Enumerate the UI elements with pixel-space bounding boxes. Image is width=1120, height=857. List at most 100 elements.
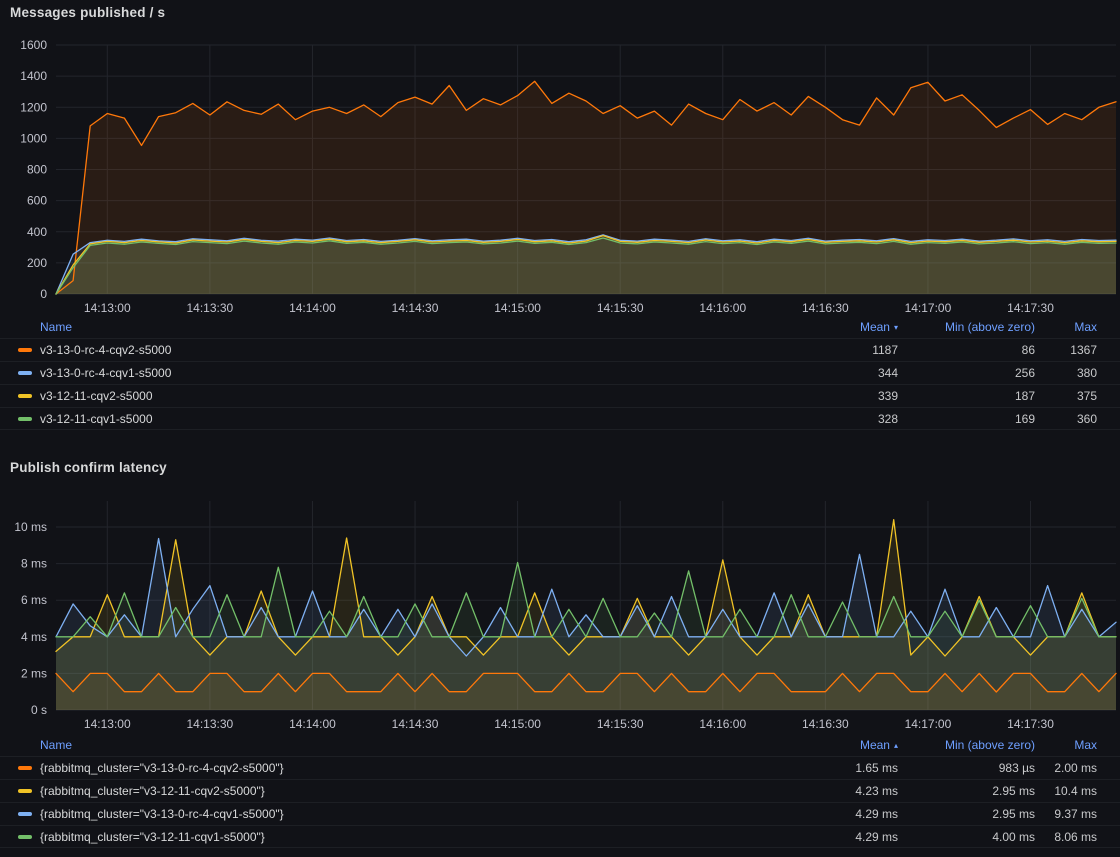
series-mean-value: 1187	[778, 343, 898, 357]
legend-row[interactable]: v3-12-11-cqv1-s5000 328 169 360	[0, 407, 1120, 430]
series-max-value: 375	[1035, 389, 1097, 403]
x-axis-tick-label: 14:16:00	[699, 301, 746, 315]
y-axis-tick-label: 4 ms	[21, 630, 47, 644]
x-axis-tick-label: 14:14:30	[392, 301, 439, 315]
y-axis-tick-label: 200	[27, 256, 47, 270]
series-name[interactable]: v3-12-11-cqv2-s5000	[40, 389, 778, 403]
x-axis-tick-label: 14:17:00	[905, 301, 952, 315]
y-axis-tick-label: 2 ms	[21, 666, 47, 680]
series-name[interactable]: v3-13-0-rc-4-cqv1-s5000	[40, 366, 778, 380]
series-color-swatch	[18, 348, 32, 352]
series-max-value: 360	[1035, 412, 1097, 426]
column-header-max[interactable]: Max	[1035, 738, 1097, 752]
x-axis-tick-label: 14:13:30	[187, 301, 234, 315]
column-header-min[interactable]: Min (above zero)	[898, 738, 1035, 752]
column-header-mean[interactable]: Mean▾	[778, 320, 898, 334]
x-axis-tick-label: 14:17:30	[1007, 717, 1054, 731]
y-axis-tick-label: 6 ms	[21, 593, 47, 607]
column-header-name[interactable]: Name	[40, 320, 778, 334]
x-axis-tick-label: 14:15:30	[597, 301, 644, 315]
legend-row[interactable]: v3-12-11-cqv2-s5000 339 187 375	[0, 384, 1120, 407]
x-axis-tick-label: 14:16:30	[802, 717, 849, 731]
legend-header-row: Name Mean▾ Min (above zero) Max	[0, 316, 1120, 338]
legend-row[interactable]: {rabbitmq_cluster="v3-12-11-cqv1-s5000"}…	[0, 825, 1120, 848]
column-header-mean[interactable]: Mean▴	[778, 738, 898, 752]
legend-table-messages-published: Name Mean▾ Min (above zero) Max v3-13-0-…	[0, 316, 1120, 430]
series-mean-value: 4.29 ms	[778, 830, 898, 844]
x-axis-tick-label: 14:13:00	[84, 301, 131, 315]
series-mean-value: 339	[778, 389, 898, 403]
series-color-swatch	[18, 371, 32, 375]
y-axis-tick-label: 1200	[20, 100, 47, 114]
legend-row[interactable]: v3-13-0-rc-4-cqv1-s5000 344 256 380	[0, 361, 1120, 384]
x-axis-tick-label: 14:14:00	[289, 301, 336, 315]
x-axis-tick-label: 14:14:30	[392, 717, 439, 731]
x-axis-tick-label: 14:13:00	[84, 717, 131, 731]
panel-title-publish-confirm-latency[interactable]: Publish confirm latency	[10, 460, 167, 475]
legend-row[interactable]: {rabbitmq_cluster="v3-13-0-rc-4-cqv2-s50…	[0, 756, 1120, 779]
series-name[interactable]: v3-12-11-cqv1-s5000	[40, 412, 778, 426]
series-max-value: 9.37 ms	[1035, 807, 1097, 821]
series-min-value: 256	[898, 366, 1035, 380]
series-name[interactable]: {rabbitmq_cluster="v3-12-11-cqv2-s5000"}	[40, 784, 778, 798]
series-color-swatch	[18, 812, 32, 816]
series-mean-value: 4.29 ms	[778, 807, 898, 821]
series-name[interactable]: {rabbitmq_cluster="v3-13-0-rc-4-cqv1-s50…	[40, 807, 778, 821]
series-min-value: 187	[898, 389, 1035, 403]
series-min-value: 4.00 ms	[898, 830, 1035, 844]
series-max-value: 2.00 ms	[1035, 761, 1097, 775]
y-axis-tick-label: 600	[27, 194, 47, 208]
series-color-swatch	[18, 766, 32, 770]
x-axis-tick-label: 14:15:00	[494, 301, 541, 315]
column-header-min[interactable]: Min (above zero)	[898, 320, 1035, 334]
x-axis-tick-label: 14:16:00	[699, 717, 746, 731]
publish-confirm-latency-chart[interactable]: 0 s 2 ms 4 ms 6 ms 8 ms 10 ms 14:13:00 14:13:30…	[14, 501, 1116, 731]
series-color-swatch	[18, 835, 32, 839]
x-axis-tick-label: 14:15:00	[494, 717, 541, 731]
y-axis-tick-label: 1000	[20, 131, 47, 145]
panel-title-messages-published[interactable]: Messages published / s	[10, 5, 165, 20]
series-mean-value: 4.23 ms	[778, 784, 898, 798]
column-header-name[interactable]: Name	[40, 738, 778, 752]
series-color-swatch	[18, 394, 32, 398]
series-name[interactable]: v3-13-0-rc-4-cqv2-s5000	[40, 343, 778, 357]
series-max-value: 380	[1035, 366, 1097, 380]
series-mean-value: 344	[778, 366, 898, 380]
legend-row[interactable]: v3-13-0-rc-4-cqv2-s5000 1187 86 1367	[0, 338, 1120, 361]
column-header-mean-label: Mean	[860, 738, 890, 752]
column-header-mean-label: Mean	[860, 320, 890, 334]
series-mean-value: 328	[778, 412, 898, 426]
y-axis-tick-label: 800	[27, 163, 47, 177]
y-axis-tick-label: 0	[40, 287, 47, 301]
series-area-fill	[56, 238, 1116, 294]
y-axis-tick-label: 0 s	[31, 703, 47, 717]
x-axis-tick-label: 14:17:00	[905, 717, 952, 731]
messages-published-chart[interactable]: 0 200 400 600 800 1000 1200 1400 1600 14:13:00 14:…	[20, 38, 1116, 315]
legend-header-row: Name Mean▴ Min (above zero) Max	[0, 734, 1120, 756]
series-min-value: 86	[898, 343, 1035, 357]
series-color-swatch	[18, 789, 32, 793]
x-axis-tick-label: 14:17:30	[1007, 301, 1054, 315]
series-min-value: 2.95 ms	[898, 807, 1035, 821]
y-axis-tick-label: 400	[27, 225, 47, 239]
x-axis-tick-label: 14:15:30	[597, 717, 644, 731]
column-header-max[interactable]: Max	[1035, 320, 1097, 334]
x-axis-tick-label: 14:13:30	[187, 717, 234, 731]
series-name[interactable]: {rabbitmq_cluster="v3-13-0-rc-4-cqv2-s50…	[40, 761, 778, 775]
y-axis-tick-label: 1400	[20, 69, 47, 83]
series-mean-value: 1.65 ms	[778, 761, 898, 775]
series-min-value: 2.95 ms	[898, 784, 1035, 798]
x-axis-tick-label: 14:14:00	[289, 717, 336, 731]
series-name[interactable]: {rabbitmq_cluster="v3-12-11-cqv1-s5000"}	[40, 830, 778, 844]
series-min-value: 983 µs	[898, 761, 1035, 775]
x-axis-tick-label: 14:16:30	[802, 301, 849, 315]
legend-row[interactable]: {rabbitmq_cluster="v3-12-11-cqv2-s5000"}…	[0, 779, 1120, 802]
y-axis-tick-label: 1600	[20, 38, 47, 52]
series-max-value: 8.06 ms	[1035, 830, 1097, 844]
series-color-swatch	[18, 417, 32, 421]
legend-row[interactable]: {rabbitmq_cluster="v3-13-0-rc-4-cqv1-s50…	[0, 802, 1120, 825]
y-axis-tick-label: 8 ms	[21, 557, 47, 571]
series-max-value: 1367	[1035, 343, 1097, 357]
y-axis-tick-label: 10 ms	[14, 520, 47, 534]
series-max-value: 10.4 ms	[1035, 784, 1097, 798]
